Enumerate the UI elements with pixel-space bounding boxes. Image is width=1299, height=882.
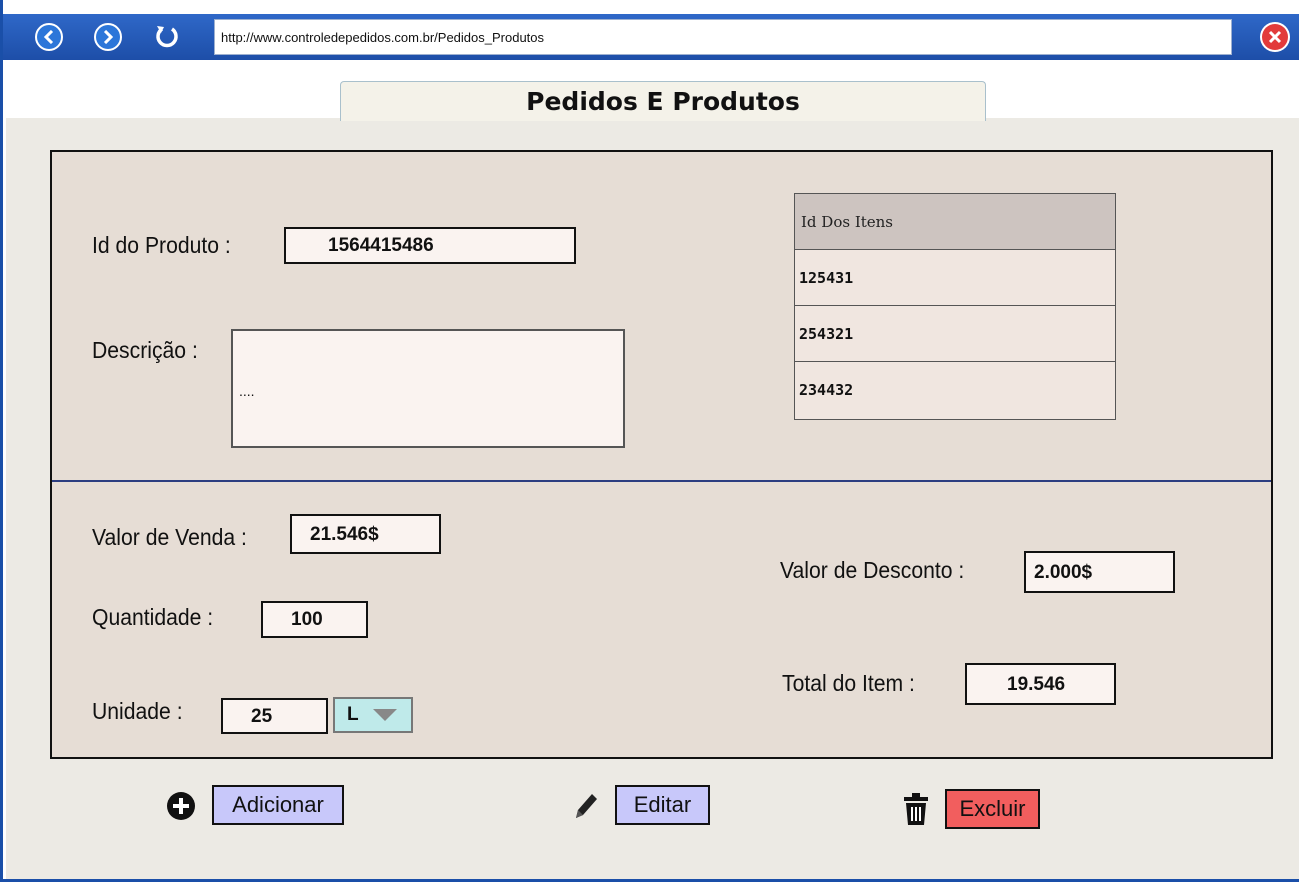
address-bar[interactable]: http://www.controledepedidos.com.br/Pedi… — [214, 19, 1232, 55]
browser-window: http://www.controledepedidos.com.br/Pedi… — [0, 0, 1299, 882]
window-top-strip — [3, 0, 1299, 14]
close-icon — [1262, 24, 1288, 50]
product-form-panel: Id do Produto : 1564415486 Descrição : .… — [50, 150, 1273, 759]
unidade-select-value: L — [347, 704, 359, 725]
valor-venda-input[interactable]: 21.546$ — [290, 514, 441, 554]
page-title: Pedidos E Produtos — [340, 81, 986, 121]
reload-icon — [156, 26, 178, 48]
unidade-select[interactable]: L — [333, 697, 413, 733]
table-row[interactable]: 254321 — [795, 306, 1115, 362]
back-arrow-icon — [37, 25, 61, 49]
unidade-label: Unidade : — [92, 698, 183, 724]
forward-arrow-icon — [96, 25, 120, 49]
id-produto-label: Id do Produto : — [92, 232, 231, 258]
editar-button[interactable]: Editar — [615, 785, 710, 825]
adicionar-button-label: Adicionar — [232, 792, 324, 817]
trash-icon[interactable] — [902, 792, 930, 826]
itens-table: Id Dos Itens 125431 254321 234432 — [794, 193, 1116, 420]
excluir-button[interactable]: Excluir — [945, 789, 1040, 829]
descricao-textarea[interactable]: .... — [231, 329, 625, 448]
add-circle-icon[interactable] — [166, 791, 196, 821]
valor-venda-label: Valor de Venda : — [92, 524, 247, 550]
valor-desconto-input[interactable]: 2.000$ — [1024, 551, 1175, 593]
close-button[interactable] — [1260, 22, 1290, 52]
quantidade-label: Quantidade : — [92, 604, 214, 630]
itens-table-header: Id Dos Itens — [795, 194, 1115, 250]
table-row[interactable]: 125431 — [795, 250, 1115, 306]
chevron-down-icon — [372, 709, 397, 721]
forward-button[interactable] — [94, 23, 122, 51]
valor-desconto-label: Valor de Desconto : — [780, 557, 965, 583]
id-produto-input[interactable]: 1564415486 — [284, 227, 576, 264]
descricao-label: Descrição : — [92, 337, 198, 363]
pencil-icon[interactable] — [572, 790, 600, 822]
quantidade-input[interactable]: 100 — [261, 601, 368, 638]
page-content: Pedidos E Produtos Id do Produto : 15644… — [6, 60, 1299, 879]
browser-toolbar: http://www.controledepedidos.com.br/Pedi… — [3, 14, 1299, 60]
table-row[interactable]: 234432 — [795, 362, 1115, 418]
excluir-button-label: Excluir — [959, 796, 1026, 821]
back-button[interactable] — [35, 23, 63, 51]
editar-button-label: Editar — [633, 792, 692, 817]
adicionar-button[interactable]: Adicionar — [212, 785, 344, 825]
total-item-label: Total do Item : — [782, 670, 915, 696]
reload-button[interactable] — [153, 23, 181, 51]
section-divider — [52, 480, 1271, 482]
total-item-input[interactable]: 19.546 — [965, 663, 1116, 705]
unidade-input[interactable]: 25 — [221, 698, 328, 734]
